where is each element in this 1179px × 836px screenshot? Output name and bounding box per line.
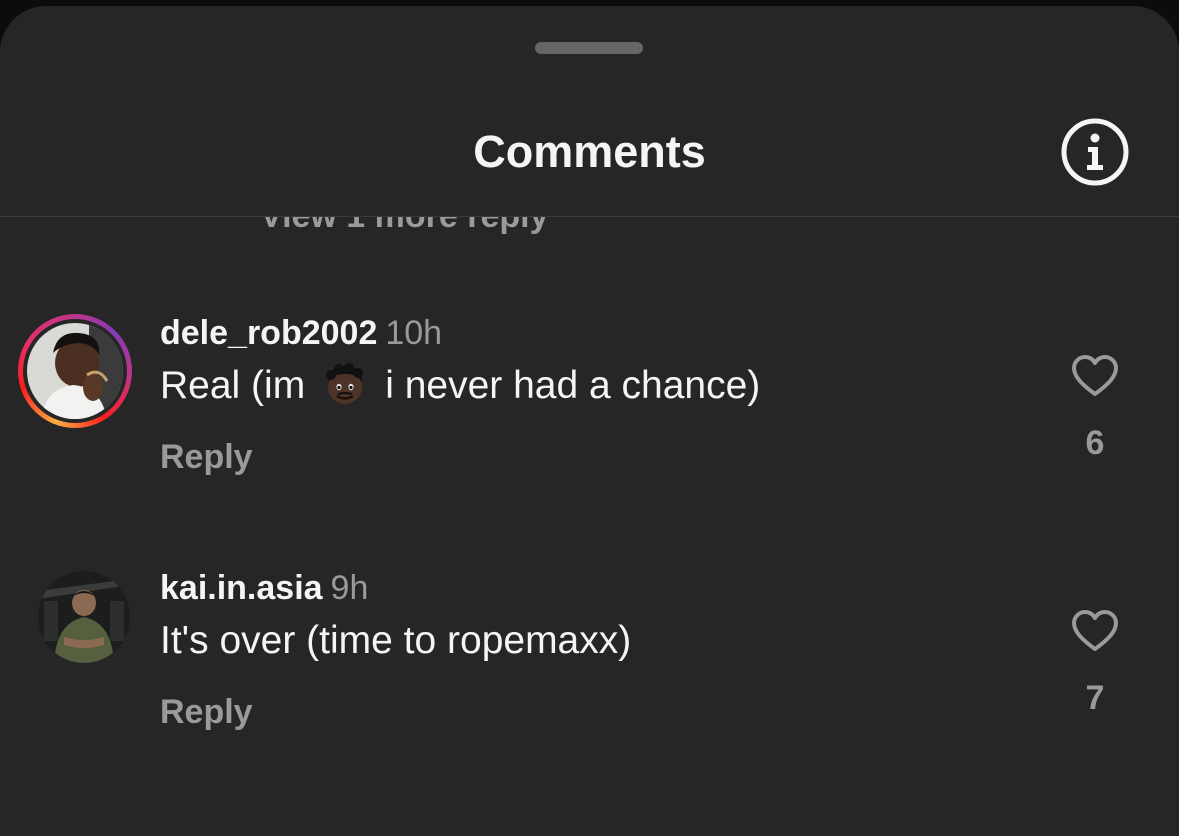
avatar[interactable]	[38, 571, 130, 663]
like-count: 6	[1085, 424, 1105, 462]
man-curly-hair-emoji-icon	[326, 362, 364, 404]
view-more-replies-link[interactable]: View 1 more reply	[260, 217, 549, 236]
comments-sheet: Comments View 1 more reply	[0, 6, 1179, 836]
comment-username[interactable]: kai.in.asia 9h	[160, 569, 368, 608]
comment-text: It's over (time to ropemaxx)	[160, 619, 632, 662]
comment-item: dele_rob2002 10h Real (im i never had a c…	[0, 314, 1179, 494]
like-count: 7	[1085, 679, 1105, 717]
page-title: Comments	[473, 126, 706, 177]
comment-timestamp: 10h	[385, 314, 443, 352]
drag-handle[interactable]	[535, 42, 643, 54]
info-circle-icon[interactable]	[1060, 117, 1130, 187]
header-divider	[0, 216, 1179, 217]
comment-item: kai.in.asia 9h It's over (time to ropemax…	[0, 569, 1179, 749]
story-ring[interactable]	[18, 314, 132, 428]
heart-icon[interactable]	[1071, 609, 1119, 653]
heart-icon[interactable]	[1071, 354, 1119, 398]
reply-button[interactable]: Reply	[160, 438, 253, 477]
avatar[interactable]	[27, 323, 123, 419]
comment-username[interactable]: dele_rob2002 10h	[160, 314, 442, 353]
comment-timestamp: 9h	[330, 569, 369, 607]
reply-button[interactable]: Reply	[160, 693, 253, 732]
view-more-replies-peek[interactable]: View 1 more reply	[0, 217, 1179, 247]
comment-text: Real (im i never had a chance)	[160, 362, 760, 409]
